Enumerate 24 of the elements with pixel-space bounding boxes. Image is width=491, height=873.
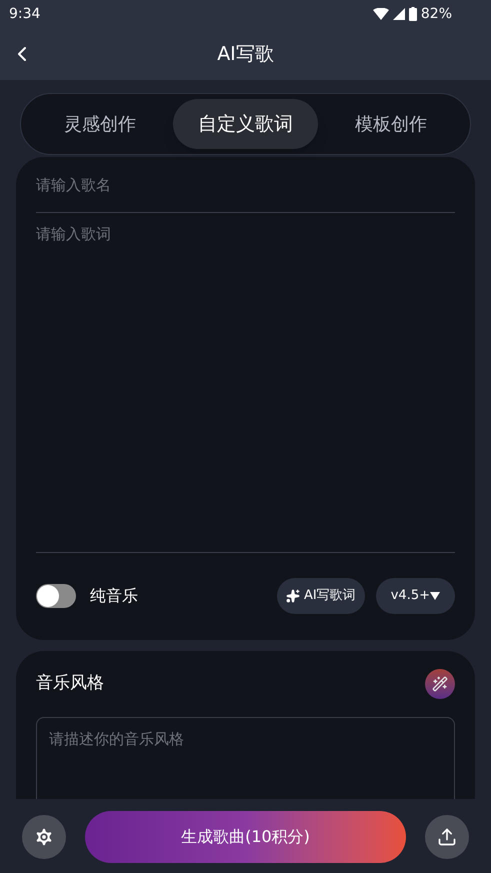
upload-button[interactable]: [425, 814, 470, 858]
ai-lyrics-button[interactable]: AI写歌词: [277, 578, 365, 614]
sparkle-icon: [286, 589, 300, 603]
version-dropdown[interactable]: v4.5+: [376, 578, 455, 614]
generate-song-button[interactable]: 生成歌曲(10积分): [84, 810, 406, 862]
battery-level: 82%: [420, 4, 452, 24]
magic-wand-icon[interactable]: [425, 669, 455, 699]
status-time: 9:34: [9, 4, 40, 24]
wifi-icon: [372, 8, 389, 20]
battery-icon: [408, 7, 417, 21]
mode-tab[interactable]: 模板创作: [318, 99, 464, 149]
mode-tab[interactable]: 自定义歌词: [172, 99, 318, 149]
style-title: 音乐风格: [36, 672, 104, 696]
mode-tab[interactable]: 灵感创作: [27, 99, 173, 149]
signal-icon: [392, 8, 405, 20]
page-title: AI写歌: [217, 42, 274, 67]
instrumental-toggle[interactable]: [36, 584, 76, 608]
style-field[interactable]: 请描述你的音乐风格: [36, 717, 455, 799]
upload-icon: [437, 826, 458, 846]
song-title-field[interactable]: 请输入歌名: [36, 157, 455, 213]
instrumental-label: 纯音乐: [90, 585, 138, 607]
settings-button[interactable]: [22, 814, 66, 858]
caret-icon: [430, 592, 440, 600]
lyrics-field[interactable]: 请输入歌词: [36, 213, 455, 257]
